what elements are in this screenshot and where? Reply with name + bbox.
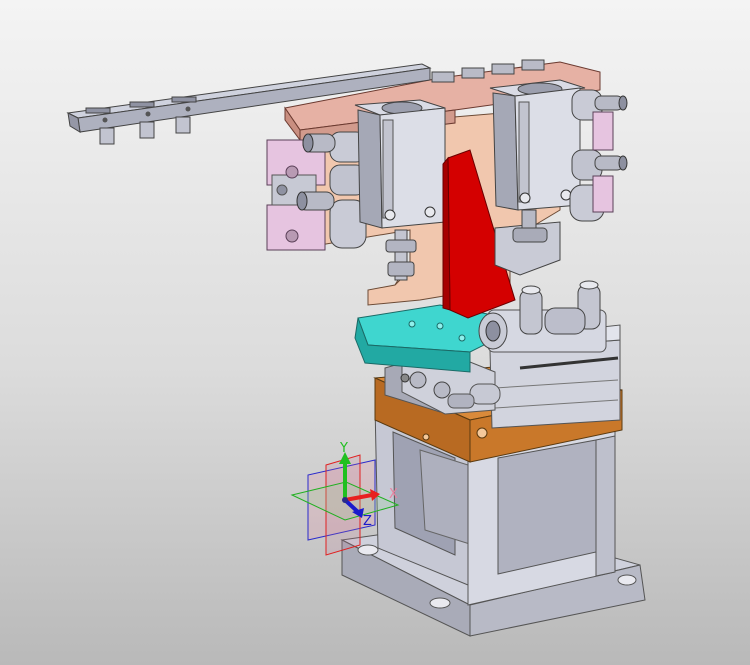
right-cyl-slot <box>518 101 530 203</box>
base-hole-front <box>429 597 451 609</box>
top-clip-4 <box>521 59 545 71</box>
top-clip-2 <box>461 67 485 79</box>
copper-hole-3 <box>422 433 430 441</box>
top-clip-3 <box>491 63 515 75</box>
right-cyl-body <box>492 92 519 211</box>
base-hole-right <box>617 574 637 586</box>
pink-block-lower[interactable] <box>266 204 326 251</box>
top-clip-1 <box>431 71 455 83</box>
right-elbow-end-1 <box>618 95 628 111</box>
left-elbow-end-2 <box>296 191 308 211</box>
rail-slot-3 <box>171 96 197 103</box>
frame-front-leg <box>595 435 616 577</box>
rail-slot-1 <box>85 107 111 114</box>
hcyl-valve-cap-1 <box>521 285 541 295</box>
cyan-hole-2 <box>436 322 444 330</box>
triad-z-label: Z <box>363 514 372 529</box>
bracket-screw <box>400 373 410 383</box>
left-cyl-screw-1 <box>384 209 396 221</box>
right-fittings-stack[interactable] <box>569 89 628 222</box>
left-cyl-nut-1 <box>385 239 417 253</box>
left-cyl-screw-2 <box>424 206 436 218</box>
rail-dot-3 <box>185 106 191 112</box>
rail-dot-2 <box>145 111 151 117</box>
triad-origin <box>342 497 348 503</box>
hcyl-valve-1[interactable] <box>519 289 543 335</box>
left-gray-hole <box>276 184 288 196</box>
base-hole-left <box>357 544 379 556</box>
rail-slot-2 <box>129 101 155 108</box>
right-elbow-end-2 <box>618 155 628 171</box>
hcyl-valve-cap-2 <box>579 280 599 290</box>
cad-model-scene[interactable]: Y X Z <box>0 0 750 665</box>
cad-viewport[interactable]: Y X Z <box>0 0 750 665</box>
frame-front-window <box>497 439 597 575</box>
pink-block-hole-1 <box>285 165 299 179</box>
rail-pin-3 <box>175 116 191 134</box>
right-vertical-cylinder[interactable] <box>489 79 586 276</box>
rail-dot-1 <box>102 117 108 123</box>
cyan-hole-3 <box>458 334 466 342</box>
bracket-hole-2 <box>433 381 451 399</box>
copper-hole-1 <box>476 427 488 439</box>
hcyl-end-fitting-inner <box>485 320 501 342</box>
left-elbow-end-1 <box>302 133 314 153</box>
cyan-hole-1 <box>408 320 416 328</box>
hcyl-elbow[interactable] <box>544 307 586 335</box>
triad-x-label: X <box>389 487 398 502</box>
left-cyl-body <box>357 109 383 229</box>
right-cyl-nut <box>512 227 548 243</box>
triad-y-label: Y <box>339 441 348 456</box>
pink-block-hole-2 <box>285 229 299 243</box>
bracket-hole-1 <box>409 371 427 389</box>
right-pink-block-2[interactable] <box>592 175 614 213</box>
left-cyl-slot <box>382 119 394 219</box>
right-cyl-screw-1 <box>519 192 531 204</box>
rail-pin-1 <box>99 127 115 145</box>
right-pink-block-1[interactable] <box>592 111 614 151</box>
rail-pin-2 <box>139 121 155 139</box>
slide-fitting-2[interactable] <box>447 393 475 409</box>
left-cyl-nut-2 <box>387 261 415 277</box>
